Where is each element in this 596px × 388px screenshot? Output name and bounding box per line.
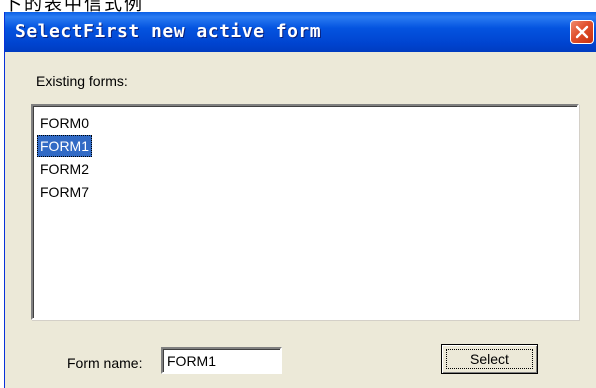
form-name-label: Form name: — [67, 355, 143, 371]
window-title: SelectFirst new active form — [15, 21, 322, 42]
existing-forms-listbox[interactable]: FORM0 FORM1 FORM2 FORM7 — [31, 104, 579, 320]
close-icon — [575, 25, 589, 39]
list-item-form2[interactable]: FORM2 — [37, 158, 92, 180]
dialog-window: SelectFirst new active form Existing for… — [4, 12, 596, 388]
list-item-form1[interactable]: FORM1 — [37, 135, 92, 157]
select-button[interactable]: Select — [441, 344, 538, 374]
select-button-label: Select — [470, 351, 509, 367]
list-item-form7[interactable]: FORM7 — [37, 181, 92, 203]
form-name-input[interactable] — [161, 347, 282, 374]
close-button[interactable] — [570, 20, 594, 44]
background-document-fragment: 卜的表中信式例 — [0, 0, 596, 12]
background-text: 卜的表中信式例 — [4, 0, 144, 12]
existing-forms-label: Existing forms: — [36, 73, 128, 89]
title-bar[interactable]: SelectFirst new active form — [5, 12, 596, 52]
list-item-form0[interactable]: FORM0 — [37, 112, 92, 134]
